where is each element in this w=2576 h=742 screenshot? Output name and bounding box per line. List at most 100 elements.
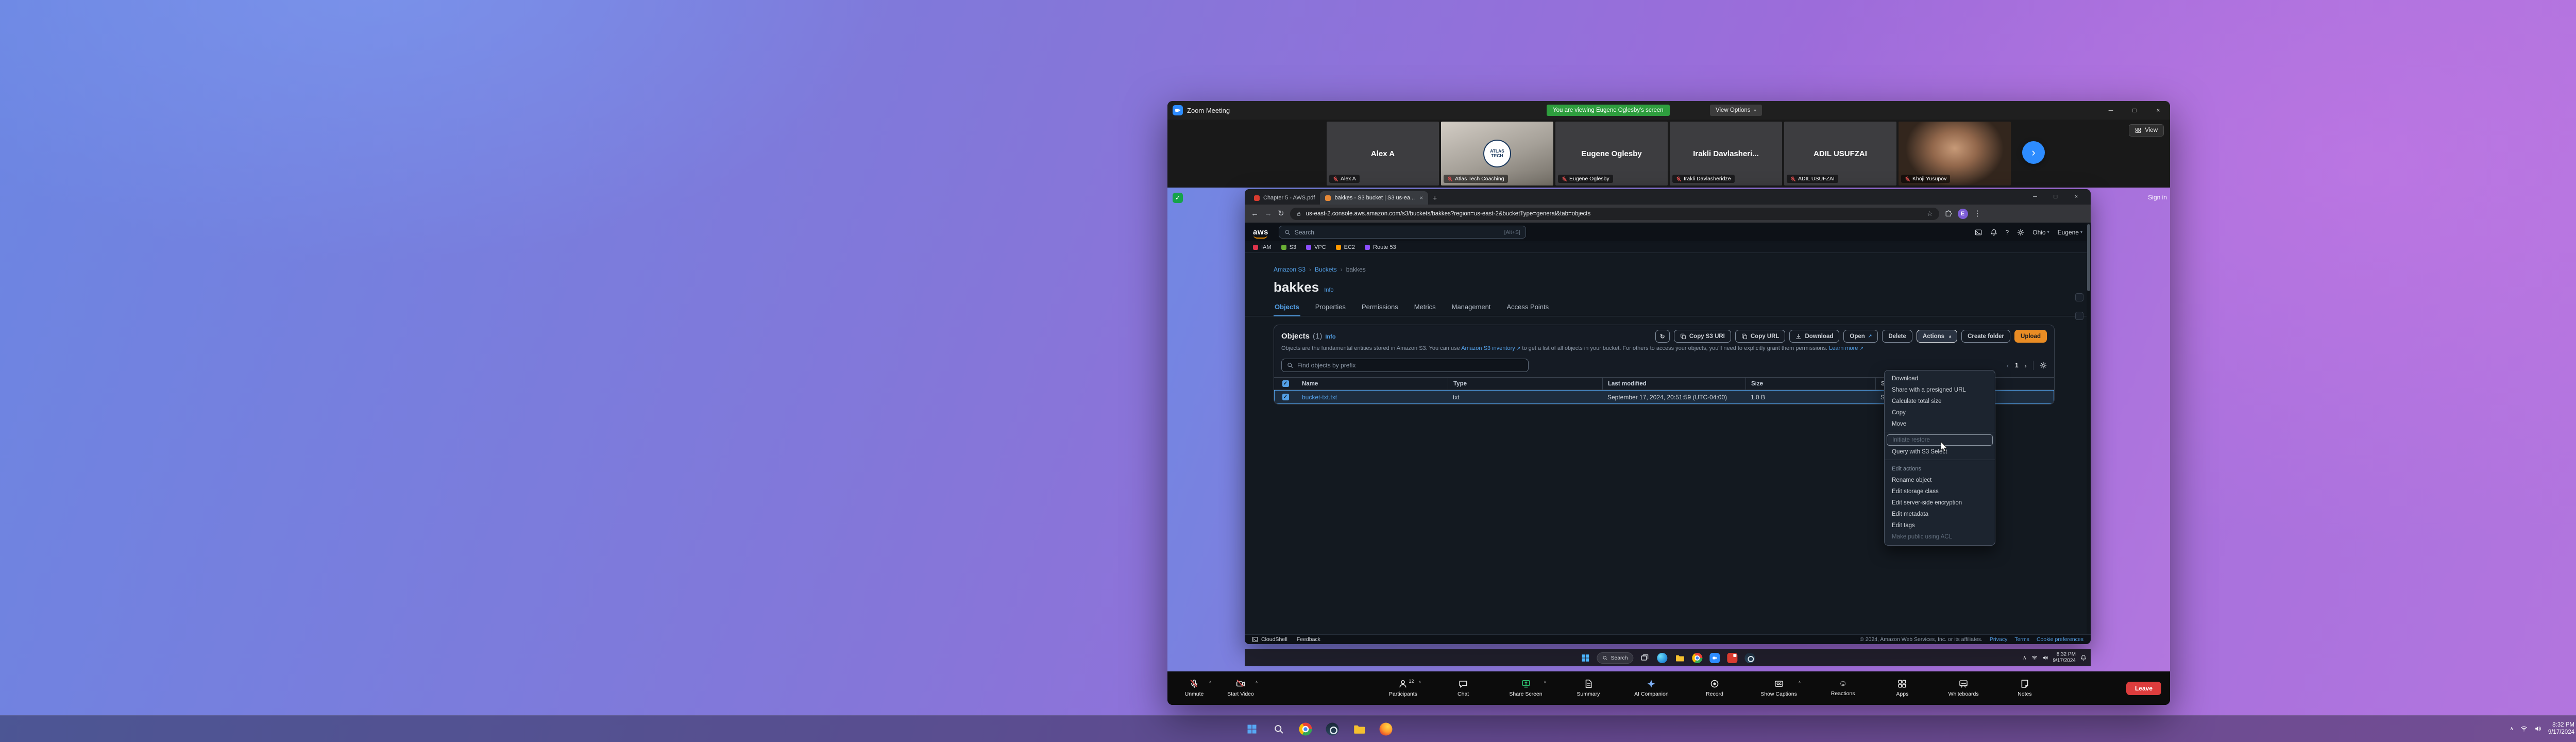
favorite-service-ec2[interactable]: EC2 — [1335, 244, 1355, 250]
privacy-link[interactable]: Privacy — [1990, 636, 2007, 643]
steam-icon[interactable] — [1323, 719, 1342, 739]
whiteboards-button[interactable]: Whiteboards — [1945, 678, 1982, 698]
notifications-bell-icon[interactable] — [2080, 655, 2087, 661]
s3-inventory-link[interactable]: Amazon S3 inventory — [1461, 345, 1515, 351]
close-button[interactable]: × — [2146, 101, 2170, 120]
extensions-icon[interactable] — [1945, 210, 1952, 217]
clock[interactable]: 8:32 PM 9/17/2024 — [2053, 651, 2076, 664]
chrome-icon[interactable] — [1296, 719, 1315, 739]
menu-item-query-s3-select[interactable]: Query with S3 Select — [1885, 446, 1995, 458]
menu-item-edit-metadata[interactable]: Edit metadata — [1885, 509, 1995, 520]
notifications-bell-icon[interactable] — [1990, 229, 1997, 236]
reactions-button[interactable]: ☺ Reactions — [1826, 679, 1859, 698]
browser-maximize-button[interactable]: □ — [2045, 189, 2066, 205]
region-selector[interactable]: Ohio ▾ — [2032, 229, 2049, 236]
reload-button[interactable]: ↻ — [1278, 210, 1284, 217]
volume-icon[interactable] — [2534, 726, 2541, 733]
menu-item-move[interactable]: Move — [1885, 418, 1995, 430]
forward-button[interactable]: → — [1264, 210, 1272, 217]
menu-item-download[interactable]: Download — [1885, 373, 1995, 384]
wifi-icon[interactable] — [2031, 655, 2038, 661]
side-panel-icon[interactable] — [2075, 293, 2083, 301]
refresh-button[interactable]: ↻ — [1655, 330, 1670, 343]
back-button[interactable]: ← — [1251, 210, 1259, 217]
show-captions-button[interactable]: Show Captions ∧ — [1757, 678, 1801, 698]
menu-item-edit-sse[interactable]: Edit server-side encryption — [1885, 497, 1995, 509]
console-search-box[interactable]: [Alt+S] — [1278, 226, 1526, 239]
bookmark-star-icon[interactable]: ☆ — [1927, 210, 1933, 218]
tab-access-points[interactable]: Access Points — [1506, 303, 1550, 316]
aws-logo[interactable]: aws — [1253, 228, 1268, 239]
search-icon[interactable] — [1269, 719, 1289, 739]
tab-management[interactable]: Management — [1451, 303, 1492, 316]
chevron-up-icon[interactable]: ∧ — [1209, 680, 1212, 684]
column-header-type[interactable]: Type — [1448, 378, 1602, 390]
breadcrumb-amazon-s3[interactable]: Amazon S3 — [1274, 266, 1306, 273]
browser-minimize-button[interactable]: ─ — [2025, 189, 2045, 205]
file-explorer-icon[interactable] — [1349, 719, 1369, 739]
wifi-icon[interactable] — [2520, 726, 2528, 733]
menu-item-copy[interactable]: Copy — [1885, 407, 1995, 418]
tab-permissions[interactable]: Permissions — [1361, 303, 1399, 316]
scrollbar-thumb[interactable] — [2087, 224, 2090, 291]
menu-item-rename-object[interactable]: Rename object — [1885, 475, 1995, 486]
participant-tile-atlas[interactable]: ATLAS TECH Atlas Tech Coaching — [1441, 122, 1553, 185]
profile-avatar[interactable]: E — [1957, 208, 1968, 219]
record-button[interactable]: Record — [1698, 678, 1731, 698]
hidden-icons-chevron[interactable]: ∧ — [2023, 655, 2026, 661]
copy-s3-uri-button[interactable]: Copy S3 URI — [1673, 330, 1731, 343]
tab-metrics[interactable]: Metrics — [1413, 303, 1437, 316]
start-button[interactable] — [1579, 652, 1591, 664]
page-number[interactable]: 1 — [2015, 362, 2019, 369]
browser-menu-icon[interactable]: ⋮ — [1974, 210, 1981, 217]
volume-icon[interactable] — [2042, 655, 2048, 661]
hidden-icons-chevron[interactable]: ∧ — [2510, 726, 2514, 732]
maximize-button[interactable]: □ — [2123, 101, 2146, 120]
cookie-preferences-link[interactable]: Cookie preferences — [2037, 636, 2083, 643]
info-link[interactable]: Info — [1324, 287, 1333, 293]
side-panel-icon[interactable] — [2075, 312, 2083, 320]
unmute-button[interactable]: Unmute ∧ — [1178, 678, 1212, 698]
table-preferences-gear-icon[interactable] — [2040, 362, 2047, 369]
taskbar-search-box[interactable]: Search — [1597, 652, 1634, 664]
settings-gear-icon[interactable] — [2017, 229, 2024, 236]
view-options-button[interactable]: View Options ▾ — [1710, 105, 1762, 116]
steam-icon[interactable] — [1744, 652, 1756, 664]
column-header-last-modified[interactable]: Last modified — [1602, 378, 1745, 390]
share-screen-button[interactable]: Share Screen ∧ — [1506, 678, 1546, 698]
new-tab-button[interactable]: + — [1428, 191, 1442, 205]
participant-tile-adil[interactable]: ADIL USUFZAI ADIL USUFZAI — [1784, 122, 1896, 185]
summary-button[interactable]: Summary — [1572, 678, 1605, 698]
page-scrollbar[interactable] — [2087, 223, 2091, 634]
previous-page-icon[interactable]: ‹ — [2007, 362, 2009, 369]
participant-tile-khoji[interactable]: Khoji Yusupov — [1899, 122, 2011, 185]
participant-tile-alex[interactable]: Alex A Alex A — [1327, 122, 1439, 185]
actions-dropdown-button[interactable]: Actions ▴ — [1916, 330, 1958, 343]
upload-button[interactable]: Upload — [2014, 330, 2047, 343]
start-video-button[interactable]: Start Video ∧ — [1224, 678, 1258, 698]
learn-more-link[interactable]: Learn more — [1829, 345, 1858, 351]
object-name-link[interactable]: bucket-txt.txt — [1297, 394, 1448, 401]
minimize-button[interactable]: ─ — [2099, 101, 2123, 120]
participant-tile-irakli[interactable]: Irakli Davlasheri... Irakli Davlasheridz… — [1670, 122, 1782, 185]
cloudshell-icon[interactable] — [1975, 229, 1982, 236]
zoom-taskbar-icon[interactable] — [1709, 652, 1721, 664]
tab-close-icon[interactable]: × — [1419, 194, 1423, 201]
row-checkbox[interactable]: ✓ — [1282, 394, 1289, 400]
firefox-icon[interactable] — [1376, 719, 1396, 739]
object-filter-input[interactable] — [1297, 362, 1523, 369]
account-menu[interactable]: Eugene ▾ — [2058, 229, 2082, 236]
browser-tab-s3[interactable]: bakkes - S3 bucket | S3 us-ea... × — [1320, 191, 1429, 205]
help-icon[interactable]: ? — [2006, 229, 2009, 236]
open-button[interactable]: Open ↗ — [1843, 330, 1878, 343]
tab-objects[interactable]: Objects — [1274, 303, 1300, 316]
favorite-service-vpc[interactable]: VPC — [1306, 244, 1326, 250]
clock[interactable]: 8:32 PM 9/17/2024 — [2548, 721, 2574, 737]
menu-item-share-presigned-url[interactable]: Share with a presigned URL — [1885, 384, 1995, 396]
object-filter-box[interactable] — [1281, 359, 1529, 372]
encryption-shield-icon[interactable]: ✓ — [1173, 193, 1183, 203]
copy-url-button[interactable]: Copy URL — [1735, 330, 1786, 343]
download-button[interactable]: Download — [1789, 330, 1840, 343]
chevron-up-icon[interactable]: ∧ — [1418, 680, 1421, 684]
cloudshell-footer-button[interactable]: CloudShell — [1252, 636, 1287, 643]
